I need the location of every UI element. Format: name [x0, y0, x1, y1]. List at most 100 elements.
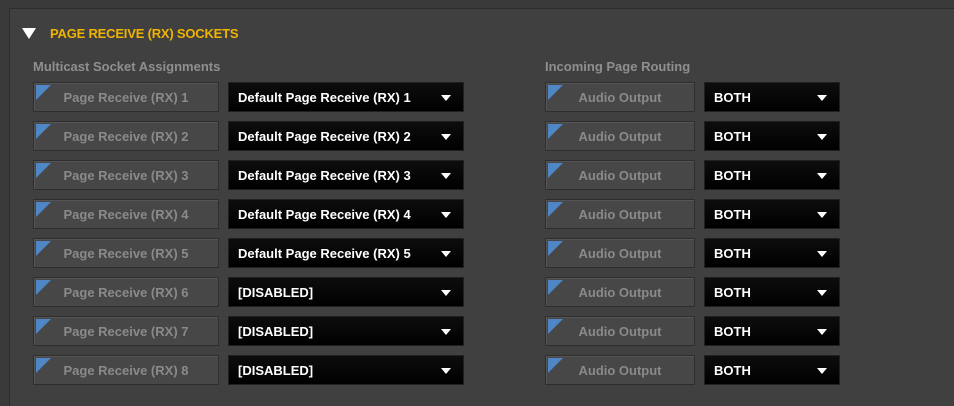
- socket-assignment-dropdown[interactable]: [DISABLED]: [228, 355, 464, 385]
- routing-row: Audio Output BOTH: [545, 82, 840, 112]
- routing-label-button[interactable]: Audio Output: [545, 355, 695, 385]
- routing-label-button[interactable]: Audio Output: [545, 238, 695, 268]
- section-title: PAGE RECEIVE (RX) SOCKETS: [50, 25, 239, 41]
- corner-marker-icon: [36, 319, 51, 334]
- caret-down-icon: [441, 251, 451, 257]
- socket-label: Page Receive (RX) 7: [63, 323, 189, 339]
- dropdown-value: BOTH: [714, 206, 751, 222]
- caret-down-icon: [441, 95, 451, 101]
- socket-assignment-dropdown[interactable]: [DISABLED]: [228, 316, 464, 346]
- caret-down-icon: [817, 329, 827, 335]
- socket-label: Page Receive (RX) 2: [63, 128, 189, 144]
- corner-marker-icon: [548, 202, 563, 217]
- socket-label-button[interactable]: Page Receive (RX) 7: [33, 316, 219, 346]
- routing-label-button[interactable]: Audio Output: [545, 121, 695, 151]
- multicast-row: Page Receive (RX) 4 Default Page Receive…: [33, 199, 464, 229]
- page-receive-panel: PAGE RECEIVE (RX) SOCKETS Multicast Sock…: [9, 8, 954, 406]
- dropdown-value: BOTH: [714, 128, 751, 144]
- corner-marker-icon: [36, 202, 51, 217]
- dropdown-value: BOTH: [714, 245, 751, 261]
- socket-label: Page Receive (RX) 5: [63, 245, 189, 261]
- routing-dropdown[interactable]: BOTH: [704, 121, 840, 151]
- routing-label-button[interactable]: Audio Output: [545, 316, 695, 346]
- caret-down-icon: [441, 329, 451, 335]
- routing-dropdown[interactable]: BOTH: [704, 199, 840, 229]
- multicast-row: Page Receive (RX) 8 [DISABLED]: [33, 355, 464, 385]
- routing-row: Audio Output BOTH: [545, 277, 840, 307]
- section-header[interactable]: PAGE RECEIVE (RX) SOCKETS: [22, 23, 239, 43]
- routing-label: Audio Output: [578, 128, 662, 144]
- socket-label-button[interactable]: Page Receive (RX) 8: [33, 355, 219, 385]
- corner-marker-icon: [548, 85, 563, 100]
- routing-row: Audio Output BOTH: [545, 160, 840, 190]
- dropdown-value: [DISABLED]: [238, 362, 314, 378]
- routing-dropdown[interactable]: BOTH: [704, 160, 840, 190]
- socket-label: Page Receive (RX) 6: [63, 284, 189, 300]
- routing-label: Audio Output: [578, 284, 662, 300]
- routing-row: Audio Output BOTH: [545, 121, 840, 151]
- socket-assignment-dropdown[interactable]: Default Page Receive (RX) 5: [228, 238, 464, 268]
- multicast-row: Page Receive (RX) 7 [DISABLED]: [33, 316, 464, 346]
- caret-down-icon: [817, 134, 827, 140]
- caret-down-icon: [817, 95, 827, 101]
- socket-label-button[interactable]: Page Receive (RX) 5: [33, 238, 219, 268]
- dropdown-value: BOTH: [714, 323, 751, 339]
- corner-marker-icon: [36, 85, 51, 100]
- caret-down-icon: [817, 290, 827, 296]
- routing-label-button[interactable]: Audio Output: [545, 160, 695, 190]
- collapse-triangle-icon[interactable]: [22, 27, 36, 39]
- corner-marker-icon: [548, 163, 563, 178]
- socket-label-button[interactable]: Page Receive (RX) 4: [33, 199, 219, 229]
- routing-label-button[interactable]: Audio Output: [545, 82, 695, 112]
- dropdown-value: BOTH: [714, 284, 751, 300]
- caret-down-icon: [817, 212, 827, 218]
- app-frame: PAGE RECEIVE (RX) SOCKETS Multicast Sock…: [0, 0, 954, 406]
- multicast-row: Page Receive (RX) 6 [DISABLED]: [33, 277, 464, 307]
- corner-marker-icon: [36, 163, 51, 178]
- dropdown-value: Default Page Receive (RX) 1: [238, 89, 411, 105]
- multicast-row: Page Receive (RX) 2 Default Page Receive…: [33, 121, 464, 151]
- routing-label: Audio Output: [578, 89, 662, 105]
- dropdown-value: BOTH: [714, 89, 751, 105]
- corner-marker-icon: [548, 124, 563, 139]
- dropdown-value: BOTH: [714, 167, 751, 183]
- dropdown-value: BOTH: [714, 362, 751, 378]
- caret-down-icon: [817, 368, 827, 374]
- socket-assignment-dropdown[interactable]: Default Page Receive (RX) 1: [228, 82, 464, 112]
- dropdown-value: Default Page Receive (RX) 4: [238, 206, 411, 222]
- corner-marker-icon: [36, 241, 51, 256]
- caret-down-icon: [441, 134, 451, 140]
- caret-down-icon: [817, 173, 827, 179]
- socket-assignment-dropdown[interactable]: Default Page Receive (RX) 3: [228, 160, 464, 190]
- socket-label-button[interactable]: Page Receive (RX) 3: [33, 160, 219, 190]
- routing-dropdown[interactable]: BOTH: [704, 82, 840, 112]
- caret-down-icon: [441, 173, 451, 179]
- routing-row: Audio Output BOTH: [545, 199, 840, 229]
- socket-label-button[interactable]: Page Receive (RX) 1: [33, 82, 219, 112]
- socket-assignment-dropdown[interactable]: Default Page Receive (RX) 4: [228, 199, 464, 229]
- routing-label: Audio Output: [578, 362, 662, 378]
- socket-label: Page Receive (RX) 3: [63, 167, 189, 183]
- socket-label: Page Receive (RX) 8: [63, 362, 189, 378]
- routing-label: Audio Output: [578, 206, 662, 222]
- corner-marker-icon: [36, 280, 51, 295]
- routing-label-button[interactable]: Audio Output: [545, 277, 695, 307]
- socket-assignment-dropdown[interactable]: [DISABLED]: [228, 277, 464, 307]
- socket-label: Page Receive (RX) 4: [63, 206, 189, 222]
- socket-label-button[interactable]: Page Receive (RX) 6: [33, 277, 219, 307]
- routing-dropdown[interactable]: BOTH: [704, 316, 840, 346]
- socket-label: Page Receive (RX) 1: [63, 89, 189, 105]
- routing-label-button[interactable]: Audio Output: [545, 199, 695, 229]
- routing-row: Audio Output BOTH: [545, 316, 840, 346]
- socket-label-button[interactable]: Page Receive (RX) 2: [33, 121, 219, 151]
- routing-row: Audio Output BOTH: [545, 355, 840, 385]
- routing-heading: Incoming Page Routing: [545, 59, 691, 74]
- caret-down-icon: [441, 368, 451, 374]
- routing-dropdown[interactable]: BOTH: [704, 277, 840, 307]
- routing-label: Audio Output: [578, 167, 662, 183]
- routing-dropdown[interactable]: BOTH: [704, 238, 840, 268]
- multicast-heading: Multicast Socket Assignments: [33, 59, 221, 74]
- socket-assignment-dropdown[interactable]: Default Page Receive (RX) 2: [228, 121, 464, 151]
- caret-down-icon: [441, 212, 451, 218]
- routing-dropdown[interactable]: BOTH: [704, 355, 840, 385]
